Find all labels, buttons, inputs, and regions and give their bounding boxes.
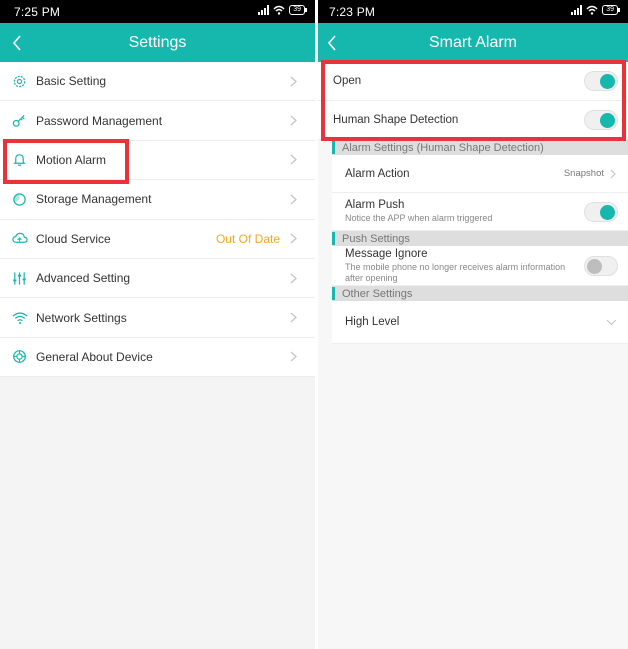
section-title: Alarm Settings (Human Shape Detection) — [342, 141, 544, 154]
back-button[interactable] — [327, 23, 347, 62]
wifi-status-icon — [586, 5, 598, 15]
section-title: Other Settings — [342, 287, 413, 300]
signal-icon — [571, 5, 583, 15]
chevron-right-icon — [290, 351, 298, 363]
menu-item-label: Advanced Setting — [36, 271, 131, 286]
menu-item-label: Basic Setting — [36, 74, 107, 89]
menu-item-cloud-service[interactable]: Cloud Service Out Of Date — [0, 219, 315, 259]
menu-item-label: Cloud Service — [36, 231, 111, 246]
human-shape-detection-row: Human Shape Detection — [318, 101, 628, 140]
menu-item-label: General About Device — [36, 349, 153, 364]
status-bar: 7:23 PM 39 — [318, 0, 628, 23]
open-toggle[interactable] — [584, 71, 618, 91]
alarm-push-row: Alarm Push Notice the APP when alarm tri… — [332, 193, 628, 231]
gear-icon — [11, 73, 28, 90]
info-icon — [11, 348, 28, 365]
toggle-knob — [600, 113, 615, 128]
status-bar: 7:25 PM 39 — [0, 0, 315, 23]
system-icons: 39 — [258, 5, 307, 15]
alarm-action-value: Snapshot — [563, 168, 604, 179]
chevron-right-icon — [610, 168, 618, 180]
message-ignore-text: Message Ignore The mobile phone no longe… — [345, 248, 584, 284]
menu-item-label: Password Management — [36, 113, 163, 128]
smart-alarm-header: Smart Alarm — [318, 23, 628, 62]
wifi-status-icon — [273, 5, 285, 15]
menu-item-password-management[interactable]: Password Management — [0, 101, 315, 141]
chevron-right-icon — [290, 233, 298, 245]
bell-icon — [11, 151, 28, 168]
message-ignore-label: Message Ignore — [345, 247, 428, 260]
settings-list: Basic Setting Password Management Motion… — [0, 62, 315, 378]
menu-item-label: Storage Management — [36, 192, 152, 207]
cloud-status-value: Out Of Date — [215, 231, 280, 246]
alarm-push-toggle[interactable] — [584, 201, 618, 222]
alarm-push-description: Notice the APP when alarm triggered — [345, 213, 493, 223]
menu-item-basic-setting[interactable]: Basic Setting — [0, 62, 315, 102]
page-title: Smart Alarm — [428, 34, 517, 51]
toggle-knob — [600, 74, 615, 89]
wifi-icon — [11, 309, 28, 326]
section-header-alarm-settings: Alarm Settings (Human Shape Detection) — [332, 140, 628, 155]
smart-alarm-screen: 7:23 PM 39 Smart Alarm Open Human Shape … — [318, 0, 628, 649]
battery-level: 39 — [606, 6, 614, 13]
chevron-left-icon — [327, 34, 336, 51]
open-row: Open — [318, 62, 628, 101]
signal-icon — [258, 5, 270, 15]
human-shape-detection-label: Human Shape Detection — [333, 114, 459, 126]
human-shape-detection-toggle[interactable] — [584, 110, 618, 130]
alarm-action-row[interactable]: Alarm Action Snapshot — [332, 155, 628, 193]
message-ignore-toggle[interactable] — [584, 255, 618, 276]
chevron-right-icon — [290, 312, 298, 324]
section-header-push-settings: Push Settings — [332, 231, 628, 246]
alarm-push-label: Alarm Push — [345, 199, 405, 211]
section-header-other-settings: Other Settings — [332, 286, 628, 301]
key-icon — [11, 112, 28, 129]
menu-item-motion-alarm[interactable]: Motion Alarm — [0, 140, 315, 181]
alarm-action-label: Alarm Action — [345, 167, 410, 180]
menu-item-advanced-setting[interactable]: Advanced Setting — [0, 258, 315, 299]
settings-screen: 7:25 PM 39 Settings Basic Setting Passwo… — [0, 0, 315, 649]
chevron-right-icon — [290, 272, 298, 284]
system-icons: 39 — [571, 5, 620, 15]
message-ignore-description: The mobile phone no longer receives alar… — [345, 261, 566, 283]
back-button[interactable] — [12, 23, 32, 62]
chevron-left-icon — [12, 34, 21, 51]
alarm-push-text: Alarm Push Notice the APP when alarm tri… — [345, 199, 584, 224]
chevron-right-icon — [290, 75, 298, 87]
status-time: 7:25 PM — [14, 5, 61, 19]
section-title: Push Settings — [342, 232, 410, 245]
toggle-knob — [600, 204, 615, 220]
page-title: Settings — [128, 34, 187, 51]
high-level-label: High Level — [345, 316, 400, 328]
chevron-right-icon — [290, 115, 298, 127]
menu-item-general-about-device[interactable]: General About Device — [0, 337, 315, 378]
menu-item-label: Network Settings — [36, 310, 127, 325]
status-time: 7:23 PM — [329, 5, 376, 19]
battery-level: 39 — [293, 6, 301, 13]
battery-icon: 39 — [602, 5, 620, 15]
cloud-icon — [11, 230, 28, 247]
settings-header: Settings — [0, 23, 315, 62]
menu-item-storage-management[interactable]: Storage Management — [0, 180, 315, 220]
battery-icon: 39 — [289, 5, 307, 15]
toggle-knob — [587, 258, 602, 274]
chevron-right-icon — [290, 193, 298, 205]
chevron-right-icon — [290, 154, 298, 166]
chevron-down-icon — [606, 316, 618, 328]
open-label: Open — [333, 75, 362, 87]
high-level-row[interactable]: High Level — [332, 301, 628, 344]
storage-icon — [11, 191, 28, 208]
menu-item-label: Motion Alarm — [36, 152, 107, 167]
sliders-icon — [11, 270, 28, 287]
menu-item-network-settings[interactable]: Network Settings — [0, 298, 315, 338]
message-ignore-row: Message Ignore The mobile phone no longe… — [332, 246, 628, 286]
